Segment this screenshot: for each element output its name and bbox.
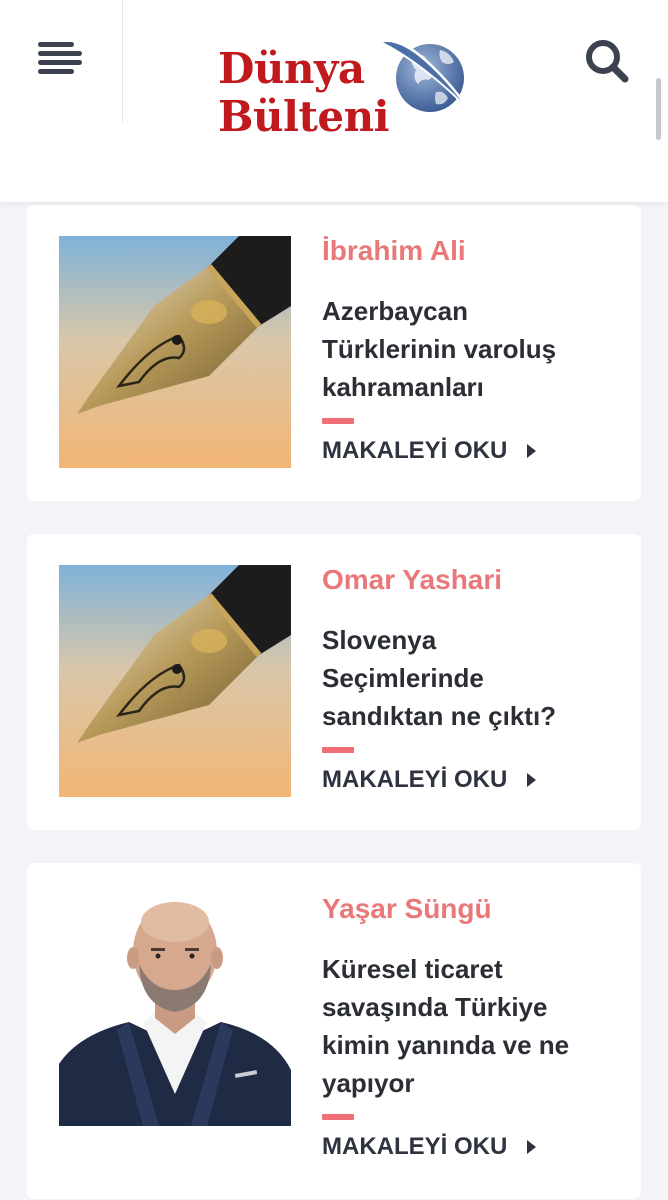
article-title-line: kahramanları <box>322 372 484 402</box>
hamburger-menu-icon[interactable] <box>30 36 90 84</box>
scrollbar-thumb[interactable] <box>656 78 661 140</box>
read-article-label: MAKALEYİ OKU <box>322 766 508 793</box>
article-card[interactable]: Omar Yashari Slovenya Seçimlerinde sandı… <box>27 534 641 830</box>
article-image[interactable] <box>59 565 291 797</box>
article-card[interactable]: Yaşar Süngü Küresel ticaret savaşında Tü… <box>27 863 641 1199</box>
chevron-right-icon <box>527 773 537 787</box>
article-title[interactable]: Küresel ticaret savaşında Türkiye kimin … <box>322 950 622 1102</box>
article-card[interactable]: İbrahim Ali Azerbaycan Türklerinin varol… <box>27 205 641 501</box>
header-divider <box>122 0 123 122</box>
article-title[interactable]: Slovenya Seçimlerinde sandıktan ne çıktı… <box>322 621 622 735</box>
article-author[interactable]: Omar Yashari <box>322 564 502 596</box>
article-author[interactable]: Yaşar Süngü <box>322 893 492 925</box>
search-icon[interactable] <box>582 36 634 88</box>
article-title-line: savaşında Türkiye <box>322 992 548 1022</box>
read-article-link[interactable]: MAKALEYİ OKU <box>322 434 537 468</box>
article-image[interactable] <box>59 236 291 468</box>
article-title-line: Azerbaycan <box>322 296 468 326</box>
chevron-right-icon <box>527 444 537 458</box>
globe-logo-icon <box>377 36 475 117</box>
article-title-line: Seçimlerinde <box>322 663 484 693</box>
read-article-label: MAKALEYİ OKU <box>322 437 508 464</box>
article-title-line: Slovenya <box>322 625 437 655</box>
logo-line-1: Dünya <box>218 44 365 93</box>
article-title-line: Küresel ticaret <box>322 954 503 984</box>
article-title-line: sandıktan ne çıktı? <box>322 701 557 731</box>
author-portrait[interactable] <box>59 894 291 1126</box>
accent-bar <box>322 747 354 753</box>
article-title-line: kimin yanında ve ne <box>322 1030 570 1060</box>
read-article-link[interactable]: MAKALEYİ OKU <box>322 763 537 797</box>
article-title-line: Türklerinin varoluş <box>322 334 557 364</box>
logo-wordmark: Dünya Bülteni <box>218 36 390 141</box>
chevron-right-icon <box>527 1140 537 1154</box>
article-author[interactable]: İbrahim Ali <box>322 235 466 267</box>
site-header: Dünya Bülteni <box>0 0 668 202</box>
site-logo[interactable]: Dünya Bülteni <box>218 36 478 166</box>
read-article-label: MAKALEYİ OKU <box>322 1133 508 1160</box>
read-article-link[interactable]: MAKALEYİ OKU <box>322 1130 537 1164</box>
article-title-line: yapıyor <box>322 1068 415 1098</box>
accent-bar <box>322 418 354 424</box>
accent-bar <box>322 1114 354 1120</box>
article-title[interactable]: Azerbaycan Türklerinin varoluş kahramanl… <box>322 292 622 406</box>
logo-line-2: Bülteni <box>218 92 390 141</box>
